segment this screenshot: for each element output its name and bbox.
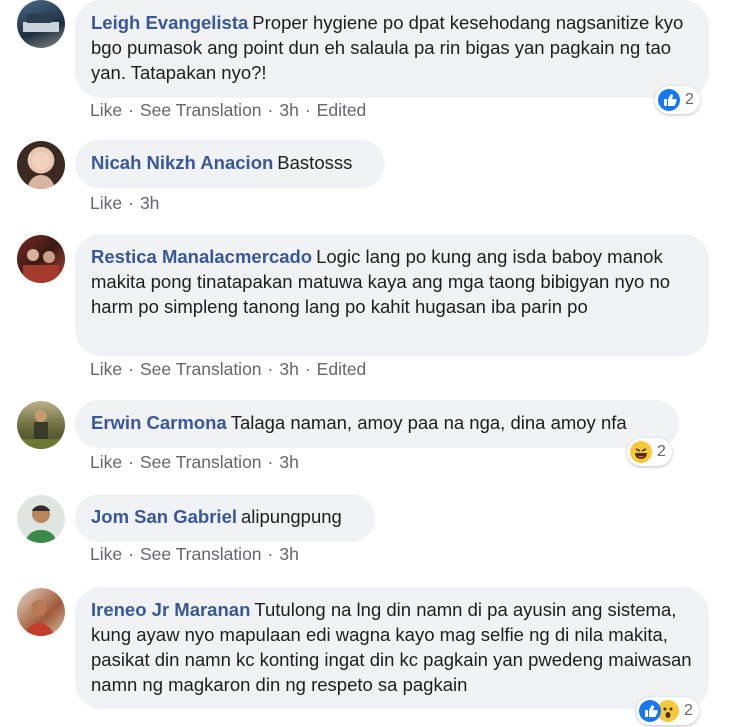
comment-actions: Like · See Translation · 3h: [90, 544, 299, 564]
reaction-count: 2: [684, 702, 693, 719]
comment-actions: Like · See Translation · 3h · Edited: [90, 100, 367, 120]
like-icon: [658, 89, 680, 111]
avatar[interactable]: [17, 495, 65, 543]
like-button[interactable]: Like: [90, 193, 122, 213]
comment-author[interactable]: Restica Manalacmercado: [91, 246, 312, 267]
comment-text: alipungpung: [241, 506, 342, 527]
comment-bubble: Ireneo Jr Maranan Tutulong na lng din nam…: [75, 587, 709, 709]
comment-author[interactable]: Nicah Nikzh Anacion: [91, 152, 273, 173]
like-button[interactable]: Like: [90, 359, 122, 379]
reaction-summary[interactable]: 2: [627, 438, 672, 466]
avatar-image-icon: [25, 600, 55, 636]
see-translation-button[interactable]: See Translation: [140, 100, 262, 120]
like-button[interactable]: Like: [90, 544, 122, 564]
timestamp[interactable]: 3h: [140, 193, 159, 213]
like-button[interactable]: Like: [90, 452, 122, 472]
comment-author[interactable]: Erwin Carmona: [91, 412, 227, 433]
avatar-image-icon: [27, 152, 55, 189]
timestamp[interactable]: 3h: [279, 544, 298, 564]
avatar-image-icon: [23, 14, 59, 32]
comment-bubble: Erwin Carmona Talaga naman, amoy paa na n…: [75, 400, 679, 448]
comment-author[interactable]: Jom San Gabriel: [91, 506, 237, 527]
comment-actions: Like · See Translation · 3h: [90, 452, 299, 472]
timestamp[interactable]: 3h: [279, 452, 298, 472]
comment-author[interactable]: Ireneo Jr Maranan: [91, 599, 250, 620]
comment-bubble: Nicah Nikzh Anacion Bastosss: [75, 140, 385, 188]
reaction-count: 2: [657, 443, 666, 460]
comment-bubble: Jom San Gabriel alipungpung: [75, 494, 375, 542]
avatar-image-icon: [22, 410, 60, 449]
reaction-summary[interactable]: 2: [655, 86, 700, 114]
see-translation-button[interactable]: See Translation: [140, 544, 262, 564]
comment-text: Talaga naman, amoy paa na nga, dina amoy…: [230, 412, 627, 433]
avatar-image-icon: [23, 249, 59, 283]
comment-bubble: Restica Manalacmercado Logic lang po kung…: [75, 234, 709, 356]
avatar[interactable]: [17, 235, 65, 283]
comment-author[interactable]: Leigh Evangelista: [91, 12, 248, 33]
see-translation-button[interactable]: See Translation: [140, 359, 262, 379]
like-icon: [639, 700, 661, 722]
edited-label[interactable]: Edited: [317, 100, 367, 120]
edited-label[interactable]: Edited: [317, 359, 367, 379]
avatar[interactable]: [17, 401, 65, 449]
avatar-image-icon: [25, 505, 57, 543]
timestamp[interactable]: 3h: [279, 100, 298, 120]
like-button[interactable]: Like: [90, 100, 122, 120]
haha-icon: [630, 441, 652, 463]
comment-bubble: Leigh Evangelista Proper hygiene po dpat …: [75, 0, 709, 98]
timestamp[interactable]: 3h: [279, 359, 298, 379]
comment-actions: Like · See Translation · 3h · Edited: [90, 359, 367, 379]
avatar[interactable]: [17, 588, 65, 636]
reaction-count: 2: [685, 91, 694, 108]
avatar[interactable]: [17, 0, 65, 48]
comment-text: Bastosss: [277, 152, 353, 173]
see-translation-button[interactable]: See Translation: [140, 452, 262, 472]
avatar[interactable]: [17, 141, 65, 189]
comment-actions: Like · 3h: [90, 193, 160, 213]
reaction-summary[interactable]: 2: [636, 697, 699, 725]
